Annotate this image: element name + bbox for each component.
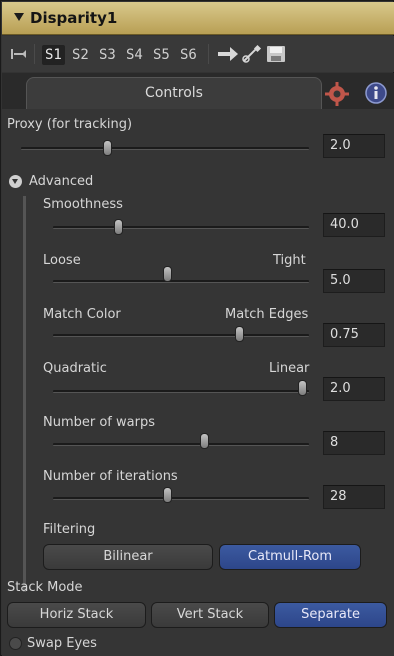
tool-title: Disparity1 xyxy=(30,9,118,27)
filtering-label: Filtering xyxy=(43,522,96,537)
tab-bar: Controls xyxy=(2,73,394,109)
proxy-slider-thumb[interactable] xyxy=(103,140,112,156)
stack-separate-button[interactable]: Separate xyxy=(274,602,387,628)
loose-label: Loose xyxy=(43,253,81,268)
quadratic-label: Quadratic xyxy=(43,361,107,376)
tab-controls[interactable]: Controls xyxy=(26,77,322,109)
advanced-group-line xyxy=(23,196,26,592)
quadratic-linear-slider-track[interactable] xyxy=(53,390,309,393)
iterations-label: Number of iterations xyxy=(43,469,178,484)
filtering-bilinear-button[interactable]: Bilinear xyxy=(43,544,213,570)
advanced-expander-icon[interactable] xyxy=(9,175,22,188)
iterations-value-field[interactable]: 28 xyxy=(323,485,385,509)
arrow-right-icon[interactable] xyxy=(217,44,239,64)
loose-tight-slider-track[interactable] xyxy=(53,280,309,283)
slot-s1-button[interactable]: S1 xyxy=(42,45,65,65)
toolbar-separator xyxy=(34,44,35,64)
tool-panel: Disparity1 S1 S2 S3 S4 S5 S6 Controls Pr… xyxy=(0,0,394,656)
smoothness-label: Smoothness xyxy=(43,197,123,212)
stack-vert-button[interactable]: Vert Stack xyxy=(151,602,269,628)
save-icon[interactable] xyxy=(265,44,287,64)
match-color-label: Match Color xyxy=(43,307,121,322)
warps-slider-track[interactable] xyxy=(53,443,309,446)
slot-s5-button[interactable]: S5 xyxy=(150,45,173,65)
iterations-slider-track[interactable] xyxy=(53,497,309,500)
stack-horiz-button[interactable]: Horiz Stack xyxy=(7,602,146,628)
slot-s3-button[interactable]: S3 xyxy=(96,45,119,65)
tight-label: Tight xyxy=(273,253,306,268)
match-edges-label: Match Edges xyxy=(225,307,309,322)
toolbar-separator xyxy=(208,44,209,64)
match-slider-thumb[interactable] xyxy=(235,326,244,342)
quadratic-linear-slider-thumb[interactable] xyxy=(298,380,307,396)
warps-value-field[interactable]: 8 xyxy=(323,431,385,455)
warps-label: Number of warps xyxy=(43,415,155,430)
proxy-slider-track[interactable] xyxy=(21,147,309,150)
pin-icon[interactable] xyxy=(10,46,28,62)
toolbar: S1 S2 S3 S4 S5 S6 xyxy=(2,36,394,72)
smoothness-slider-thumb[interactable] xyxy=(114,219,123,235)
collapse-triangle-icon[interactable] xyxy=(14,13,24,21)
info-icon[interactable] xyxy=(364,81,388,105)
match-value-field[interactable]: 0.75 xyxy=(323,323,385,347)
smoothness-slider-track[interactable] xyxy=(53,226,309,229)
quadratic-linear-value-field[interactable]: 2.0 xyxy=(323,377,385,401)
smoothness-value-field[interactable]: 40.0 xyxy=(323,213,385,237)
advanced-label: Advanced xyxy=(29,174,94,189)
slot-s4-button[interactable]: S4 xyxy=(123,45,146,65)
filtering-catmull-rom-button[interactable]: Catmull-Rom xyxy=(219,544,361,570)
proxy-label: Proxy (for tracking) xyxy=(7,117,133,132)
proxy-value-field[interactable]: 2.0 xyxy=(323,134,385,158)
match-slider-track[interactable] xyxy=(53,334,309,337)
linear-label: Linear xyxy=(269,361,310,376)
tool-header[interactable]: Disparity1 xyxy=(2,2,394,35)
slot-s2-button[interactable]: S2 xyxy=(69,45,92,65)
loose-tight-slider-thumb[interactable] xyxy=(163,266,172,282)
swap-eyes-checkbox[interactable] xyxy=(9,637,22,650)
loose-tight-value-field[interactable]: 5.0 xyxy=(323,269,385,293)
swap-eyes-label: Swap Eyes xyxy=(27,636,97,651)
stack-mode-label: Stack Mode xyxy=(7,580,83,595)
slot-s6-button[interactable]: S6 xyxy=(177,45,200,65)
warps-slider-thumb[interactable] xyxy=(200,433,209,449)
eyedropper-icon[interactable] xyxy=(241,44,263,64)
iterations-slider-thumb[interactable] xyxy=(163,487,172,503)
gear-icon[interactable] xyxy=(324,81,350,107)
